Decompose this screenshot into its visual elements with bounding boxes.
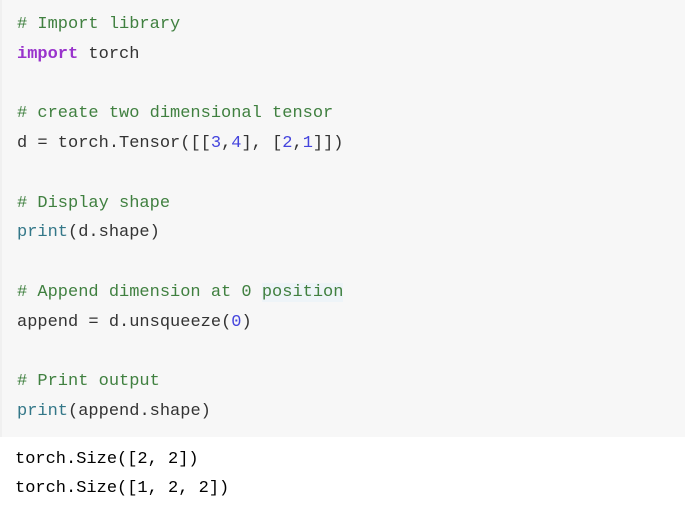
number: 4	[231, 134, 241, 153]
paren: ([[	[180, 134, 211, 153]
variable: d	[78, 223, 88, 242]
variable: d	[17, 134, 37, 153]
comment: # Display shape	[17, 194, 170, 213]
blank-line	[17, 159, 670, 189]
comma: ,	[221, 134, 231, 153]
output-block: torch.Size([2, 2]) torch.Size([1, 2, 2])	[0, 437, 685, 505]
operator: =	[37, 134, 47, 153]
variable: append	[17, 313, 88, 332]
code-line: d = torch.Tensor([[3,4], [2,1]])	[17, 129, 670, 159]
code-line: # Print output	[17, 367, 670, 397]
dot: .	[139, 402, 149, 421]
code-line: # Display shape	[17, 189, 670, 219]
comment: # Print output	[17, 372, 160, 391]
attribute: shape	[150, 402, 201, 421]
builtin-print: print	[17, 402, 68, 421]
paren: )	[241, 313, 251, 332]
attribute: shape	[99, 223, 150, 242]
number: 1	[303, 134, 313, 153]
paren: ], [	[241, 134, 282, 153]
blank-line	[17, 248, 670, 278]
paren: ]])	[313, 134, 344, 153]
code-line: import torch	[17, 40, 670, 70]
builtin-print: print	[17, 223, 68, 242]
paren: (	[68, 402, 78, 421]
operator: =	[88, 313, 98, 332]
dot: .	[109, 134, 119, 153]
number: 0	[231, 313, 241, 332]
blank-line	[17, 70, 670, 100]
paren: )	[150, 223, 160, 242]
output-line: torch.Size([1, 2, 2])	[15, 474, 670, 504]
paren: (	[68, 223, 78, 242]
paren: )	[201, 402, 211, 421]
comma: ,	[292, 134, 302, 153]
code-block: # Import library import torch # create t…	[0, 0, 685, 437]
paren: (	[221, 313, 231, 332]
code-line: # Import library	[17, 10, 670, 40]
variable: d	[99, 313, 119, 332]
variable: append	[78, 402, 139, 421]
blank-line	[17, 337, 670, 367]
method-name: unsqueeze	[129, 313, 221, 332]
code-line: print(append.shape)	[17, 397, 670, 427]
class-name: Tensor	[119, 134, 180, 153]
output-line: torch.Size([2, 2])	[15, 445, 670, 475]
dot: .	[119, 313, 129, 332]
number: 3	[211, 134, 221, 153]
code-line: # Append dimension at 0 position	[17, 278, 670, 308]
comment: # create two dimensional tensor	[17, 104, 333, 123]
comment: # Import library	[17, 15, 180, 34]
dot: .	[88, 223, 98, 242]
number: 2	[282, 134, 292, 153]
keyword-import: import	[17, 45, 78, 64]
module-ref: torch	[48, 134, 109, 153]
comment: # Append dimension at 0	[17, 283, 262, 302]
comment-highlight: position	[262, 283, 344, 302]
code-line: print(d.shape)	[17, 218, 670, 248]
module-name: torch	[78, 45, 139, 64]
code-line: # create two dimensional tensor	[17, 99, 670, 129]
code-line: append = d.unsqueeze(0)	[17, 308, 670, 338]
